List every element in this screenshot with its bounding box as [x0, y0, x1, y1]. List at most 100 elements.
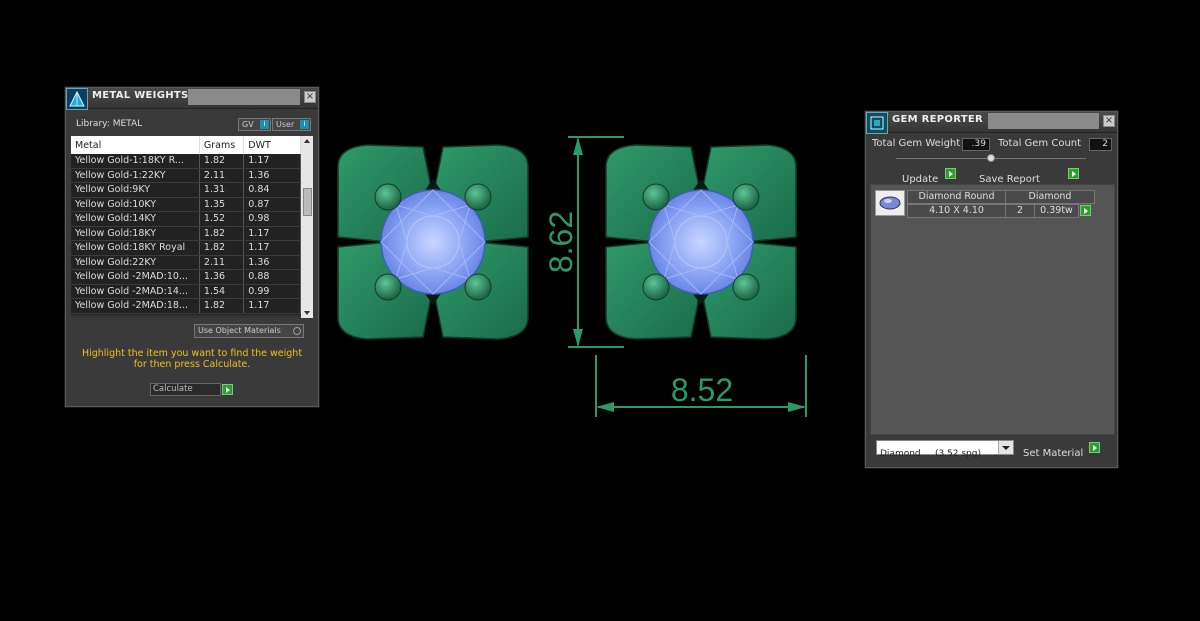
- info-icon: i: [300, 120, 309, 129]
- table-row[interactable]: Yellow Gold-1:22KY 2.11 1.36: [71, 168, 301, 183]
- gem-material-header: Diamond: [1005, 190, 1095, 204]
- cell-dwt: 1.17: [243, 154, 301, 169]
- user-button[interactable]: User i: [272, 118, 311, 131]
- table-row[interactable]: Yellow Gold:18KY Royal 1.82 1.17: [71, 240, 301, 256]
- cell-metal: Yellow Gold:14KY: [71, 211, 200, 227]
- width-dimension-label: 8.52: [671, 372, 733, 408]
- column-header-metal[interactable]: Metal: [71, 136, 200, 154]
- total-gem-weight-field[interactable]: .39: [962, 138, 990, 151]
- cell-grams: 2.11: [199, 255, 245, 270]
- metal-weights-title: METAL WEIGHTS: [92, 90, 189, 101]
- cell-metal: Yellow Gold:9KY: [71, 182, 200, 198]
- cell-grams: 2.11: [199, 168, 245, 183]
- height-dimension-label: 8.62: [543, 211, 579, 273]
- total-gem-count-label: Total Gem Count: [998, 138, 1082, 149]
- gv-button[interactable]: GV i: [238, 118, 271, 131]
- cell-metal: Yellow Gold:10KY: [71, 197, 200, 212]
- cell-dwt: 0.84: [243, 182, 301, 198]
- column-header-grams[interactable]: Grams: [199, 136, 245, 154]
- cell-grams: 1.82: [199, 154, 245, 169]
- cell-dwt: 1.17: [243, 240, 301, 256]
- metal-table-body: Yellow Gold-1:18KY R... 1.82 1.17 Yellow Go…: [71, 154, 301, 314]
- metal-table-container: Metal Grams DWT Yellow Gold-1:18KY R... 1…: [71, 136, 313, 318]
- gem-list: Diamond Round Diamond 4.10 X 4.10 2 0.39…: [870, 184, 1115, 435]
- metal-table-header: Metal Grams DWT: [71, 136, 301, 154]
- total-gem-weight-label: Total Gem Weight: [872, 138, 961, 149]
- titlebar-fill: [188, 89, 300, 105]
- cell-metal: Yellow Gold:22KY: [71, 255, 200, 270]
- play-icon[interactable]: [1068, 168, 1079, 179]
- gem-reporter-title: GEM REPORTER: [892, 114, 984, 125]
- cell-metal: Yellow Gold-1:22KY: [71, 168, 200, 183]
- total-gem-count-field[interactable]: 2: [1089, 138, 1112, 151]
- play-icon[interactable]: [222, 384, 233, 395]
- scroll-up-icon[interactable]: [304, 139, 310, 143]
- play-icon[interactable]: [945, 168, 956, 179]
- left-earring-model[interactable]: [337, 144, 529, 340]
- update-button[interactable]: Update: [902, 167, 958, 185]
- table-row[interactable]: Yellow Gold:22KY 2.11 1.36: [71, 255, 301, 270]
- cell-metal: Yellow Gold:18KY: [71, 226, 200, 241]
- vertical-scrollbar[interactable]: [301, 136, 313, 318]
- metal-weights-app-icon: [66, 88, 88, 110]
- cell-grams: 1.82: [199, 240, 245, 256]
- calculate-label: Calculate: [153, 384, 193, 394]
- metal-weights-panel: METAL WEIGHTS × Library: METAL GV i User i…: [65, 87, 319, 407]
- table-row[interactable]: Yellow Gold:14KY 1.52 0.98: [71, 211, 301, 227]
- cell-metal: Yellow Gold:18KY Royal: [71, 240, 200, 256]
- gem-reporter-titlebar[interactable]: GEM REPORTER ×: [866, 112, 1117, 134]
- metal-weights-titlebar[interactable]: METAL WEIGHTS ×: [66, 88, 318, 110]
- chevron-down-icon[interactable]: [998, 441, 1013, 454]
- table-row[interactable]: Yellow Gold -2MAD:14... 1.54 0.99: [71, 284, 301, 299]
- cell-dwt: 0.88: [243, 269, 301, 285]
- set-material-label: Set Material: [1023, 448, 1084, 459]
- scroll-down-icon[interactable]: [304, 311, 310, 315]
- use-object-materials-toggle[interactable]: Use Object Materials: [194, 324, 304, 338]
- cell-grams: 1.31: [199, 182, 245, 198]
- table-row[interactable]: Yellow Gold -2MAD:18... 1.82 1.17: [71, 298, 301, 314]
- set-material-button[interactable]: Set Material: [1023, 441, 1103, 459]
- column-header-dwt[interactable]: DWT: [243, 136, 301, 154]
- scroll-thumb[interactable]: [303, 188, 312, 216]
- calculate-field: Calculate: [150, 383, 221, 396]
- close-icon[interactable]: ×: [304, 91, 316, 103]
- cell-grams: 1.35: [199, 197, 245, 212]
- gem-reporter-app-icon: [866, 112, 888, 134]
- table-row[interactable]: Yellow Gold:9KY 1.31 0.84: [71, 182, 301, 198]
- save-report-button[interactable]: Save Report: [979, 167, 1080, 185]
- metal-table: Metal Grams DWT Yellow Gold-1:18KY R... 1…: [71, 136, 301, 314]
- titlebar-fill: [988, 113, 1099, 129]
- table-row[interactable]: Yellow Gold:18KY 1.82 1.17: [71, 226, 301, 241]
- slider-handle[interactable]: [987, 154, 995, 162]
- model-viewport[interactable]: 8.62 8.52: [320, 125, 880, 445]
- cell-metal: Yellow Gold -2MAD:10...: [71, 269, 200, 285]
- cell-dwt: 1.36: [243, 255, 301, 270]
- cell-dwt: 0.99: [243, 284, 301, 299]
- close-icon[interactable]: ×: [1103, 115, 1115, 127]
- gem-weight: 0.39tw: [1034, 204, 1079, 218]
- cell-grams: 1.52: [199, 211, 245, 227]
- table-row[interactable]: Yellow Gold-1:18KY R... 1.82 1.17: [71, 154, 301, 169]
- calculate-button[interactable]: Calculate: [150, 383, 234, 396]
- gem-select-icon[interactable]: [1080, 205, 1091, 216]
- user-label: User: [276, 120, 295, 129]
- toggle-icon: [293, 327, 301, 335]
- material-select[interactable]: Diamond (3.52 spg): [876, 440, 1014, 459]
- cell-dwt: 1.17: [243, 298, 301, 314]
- partial-row: [71, 315, 301, 318]
- table-row[interactable]: Yellow Gold -2MAD:10... 1.36 0.88: [71, 269, 301, 285]
- gem-reporter-panel: GEM REPORTER × Total Gem Weight .39 Tota…: [865, 111, 1118, 468]
- material-select-value: Diamond (3.52 spg): [880, 449, 981, 459]
- cell-grams: 1.82: [199, 226, 245, 241]
- cell-dwt: 1.17: [243, 226, 301, 241]
- cell-metal: Yellow Gold-1:18KY R...: [71, 154, 200, 169]
- cell-metal: Yellow Gold -2MAD:14...: [71, 284, 200, 299]
- gv-label: GV: [242, 120, 254, 129]
- play-icon[interactable]: [1089, 442, 1100, 453]
- table-row[interactable]: Yellow Gold:10KY 1.35 0.87: [71, 197, 301, 212]
- info-icon: i: [260, 120, 269, 129]
- right-earring-model[interactable]: [605, 144, 797, 340]
- cell-dwt: 0.87: [243, 197, 301, 212]
- gem-row[interactable]: Diamond Round Diamond 4.10 X 4.10 2 0.39…: [875, 189, 1095, 218]
- use-object-materials-label: Use Object Materials: [198, 326, 281, 335]
